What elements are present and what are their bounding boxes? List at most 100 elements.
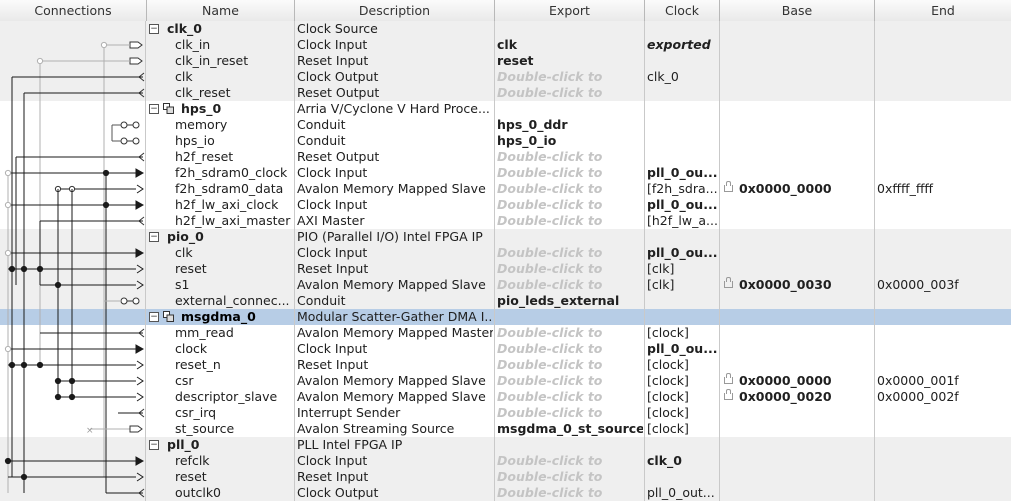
base-cell[interactable] [722, 261, 873, 277]
table-row[interactable]: csr Avalon Memory Mapped Slave Double-clic… [0, 373, 1011, 389]
table-row[interactable]: outclk0 Clock Output Double-click to pll_0_… [0, 485, 1011, 501]
export-cell[interactable]: Double-click to [497, 261, 643, 277]
export-cell[interactable]: Double-click to [497, 453, 643, 469]
table-row[interactable]: clk_in_reset Reset Input reset [0, 53, 1011, 69]
export-cell[interactable]: pio_leds_external [497, 293, 643, 309]
export-cell[interactable]: Double-click to [497, 69, 643, 85]
table-row[interactable]: clock Clock Input Double-click to pll_0_ou.… [0, 341, 1011, 357]
table-row[interactable]: f2h_sdram0_data Avalon Memory Mapped Slav… [0, 181, 1011, 197]
column-header-end[interactable]: End [875, 0, 1011, 21]
table-row[interactable]: f2h_sdram0_clock Clock Input Double-click … [0, 165, 1011, 181]
base-cell[interactable] [722, 421, 873, 437]
table-row[interactable]: reset Reset Input Double-click to [clk] [0, 261, 1011, 277]
export-cell[interactable]: Double-click to [497, 277, 643, 293]
table-row[interactable]: h2f_lw_axi_master AXI Master Double-click … [0, 213, 1011, 229]
base-cell[interactable] [722, 469, 873, 485]
base-cell[interactable] [722, 309, 873, 325]
export-cell[interactable]: hps_0_ddr [497, 117, 643, 133]
base-cell[interactable] [722, 69, 873, 85]
export-cell[interactable]: Double-click to [497, 485, 643, 501]
component-row[interactable]: − msgdma_0 Modular Scatter-Gather DMA I... [0, 309, 1011, 325]
table-row[interactable]: h2f_lw_axi_clock Clock Input Double-click … [0, 197, 1011, 213]
export-cell[interactable]: msgdma_0_st_source [497, 421, 643, 437]
base-cell[interactable] [722, 133, 873, 149]
table-row[interactable]: external_connec... Conduit pio_leds_extern… [0, 293, 1011, 309]
export-cell[interactable]: Double-click to [497, 165, 643, 181]
base-cell[interactable]: 0x0000_0000 [722, 181, 873, 197]
base-cell[interactable] [722, 149, 873, 165]
table-row[interactable]: csr_irq Interrupt Sender Double-click to [c… [0, 405, 1011, 421]
collapse-toggle-icon[interactable]: − [149, 312, 159, 322]
column-header-connections[interactable]: Connections [0, 0, 147, 21]
export-cell[interactable]: Double-click to [497, 213, 643, 229]
export-cell[interactable]: Double-click to [497, 405, 643, 421]
column-header-description[interactable]: Description [295, 0, 495, 21]
collapse-toggle-icon[interactable]: − [149, 24, 159, 34]
collapse-toggle-icon[interactable]: − [149, 440, 159, 450]
base-cell[interactable] [722, 101, 873, 117]
column-header-export[interactable]: Export [495, 0, 645, 21]
base-cell[interactable]: 0x0000_0030 [722, 277, 873, 293]
export-cell[interactable]: Double-click to [497, 341, 643, 357]
export-cell[interactable]: Double-click to [497, 149, 643, 165]
base-cell[interactable] [722, 21, 873, 37]
base-cell[interactable] [722, 453, 873, 469]
table-row[interactable]: s1 Avalon Memory Mapped Slave Double-click… [0, 277, 1011, 293]
export-cell[interactable] [497, 309, 643, 325]
export-cell[interactable] [497, 101, 643, 117]
lock-icon[interactable] [724, 373, 733, 384]
table-row[interactable]: reset Reset Input Double-click to [0, 469, 1011, 485]
base-cell[interactable] [722, 325, 873, 341]
base-cell[interactable] [722, 485, 873, 501]
base-cell[interactable] [722, 229, 873, 245]
export-cell[interactable]: Double-click to [497, 181, 643, 197]
base-cell[interactable] [722, 197, 873, 213]
base-cell[interactable] [722, 85, 873, 101]
export-cell[interactable]: Double-click to [497, 357, 643, 373]
base-cell[interactable] [722, 37, 873, 53]
base-cell[interactable] [722, 405, 873, 421]
base-cell[interactable] [722, 437, 873, 453]
export-cell[interactable]: hps_0_io [497, 133, 643, 149]
component-row[interactable]: − hps_0 Arria V/Cyclone V Hard Proce... [0, 101, 1011, 117]
export-cell[interactable]: Double-click to [497, 85, 643, 101]
connections-graph[interactable]: × [0, 21, 145, 501]
export-cell[interactable] [497, 21, 643, 37]
table-row[interactable]: st_source Avalon Streaming Source msgdma_0… [0, 421, 1011, 437]
base-cell[interactable] [722, 293, 873, 309]
column-header-clock[interactable]: Clock [645, 0, 720, 21]
collapse-toggle-icon[interactable]: − [149, 232, 159, 242]
table-row[interactable]: clk_in Clock Input clk exported [0, 37, 1011, 53]
export-cell[interactable]: reset [497, 53, 643, 69]
export-cell[interactable]: Double-click to [497, 389, 643, 405]
table-row[interactable]: clk Clock Output Double-click to clk_0 [0, 69, 1011, 85]
base-cell[interactable] [722, 341, 873, 357]
table-row[interactable]: memory Conduit hps_0_ddr [0, 117, 1011, 133]
base-cell[interactable]: 0x0000_0000 [722, 373, 873, 389]
table-row[interactable]: descriptor_slave Avalon Memory Mapped Sla… [0, 389, 1011, 405]
base-cell[interactable] [722, 357, 873, 373]
base-cell[interactable]: 0x0000_0020 [722, 389, 873, 405]
table-row[interactable]: clk_reset Reset Output Double-click to [0, 85, 1011, 101]
export-cell[interactable]: Double-click to [497, 469, 643, 485]
lock-icon[interactable] [724, 277, 733, 288]
base-cell[interactable] [722, 165, 873, 181]
column-header-name[interactable]: Name [147, 0, 295, 21]
lock-icon[interactable] [724, 181, 733, 192]
table-row[interactable]: hps_io Conduit hps_0_io [0, 133, 1011, 149]
component-row[interactable]: − clk_0 Clock Source [0, 21, 1011, 37]
export-cell[interactable]: Double-click to [497, 197, 643, 213]
export-cell[interactable] [497, 437, 643, 453]
table-row[interactable]: h2f_reset Reset Output Double-click to [0, 149, 1011, 165]
export-cell[interactable]: Double-click to [497, 325, 643, 341]
collapse-toggle-icon[interactable]: − [149, 104, 159, 114]
export-cell[interactable]: Double-click to [497, 373, 643, 389]
table-row[interactable]: clk Clock Input Double-click to pll_0_ou... [0, 245, 1011, 261]
component-row[interactable]: − pio_0 PIO (Parallel I/O) Intel FPGA IP [0, 229, 1011, 245]
table-row[interactable]: mm_read Avalon Memory Mapped Master Double… [0, 325, 1011, 341]
base-cell[interactable] [722, 213, 873, 229]
component-row[interactable]: − pll_0 PLL Intel FPGA IP [0, 437, 1011, 453]
base-cell[interactable] [722, 245, 873, 261]
lock-icon[interactable] [724, 389, 733, 400]
table-row[interactable]: reset_n Reset Input Double-click to [clock] [0, 357, 1011, 373]
